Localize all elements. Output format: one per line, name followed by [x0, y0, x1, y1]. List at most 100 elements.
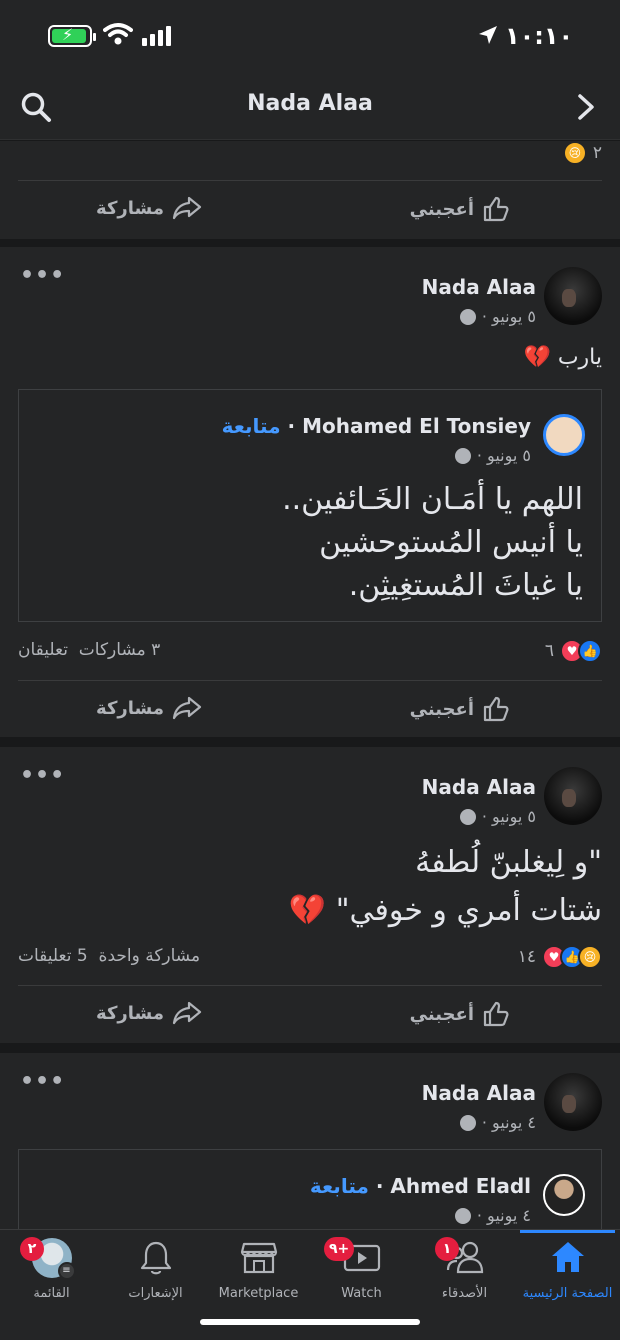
status-time: ١٠:١٠: [505, 22, 574, 50]
avatar[interactable]: [544, 767, 602, 825]
reaction-count: ٢: [592, 143, 602, 163]
notification-badge: ٢: [20, 1237, 44, 1261]
separator: ·: [368, 1174, 391, 1198]
post-date: ٥ يونيو ·: [459, 307, 536, 326]
comments-count[interactable]: 5 تعليقات: [18, 946, 88, 966]
post-date: ٥ يونيو ·: [459, 807, 536, 826]
reaction-count: ٦: [544, 641, 554, 661]
tab-marketplace[interactable]: Marketplace: [207, 1230, 310, 1310]
share-arrow-icon: [172, 696, 202, 720]
shared-author-name[interactable]: Ahmed Eladl: [390, 1174, 531, 1198]
tab-label: Marketplace: [218, 1286, 299, 1301]
shared-author-avatar[interactable]: [543, 414, 585, 456]
reaction-summary[interactable]: ٦ ♥ 👍: [545, 639, 602, 663]
globe-icon: [459, 308, 476, 325]
post-stats[interactable]: مشاركة واحدة 5 تعليقات: [18, 946, 200, 966]
post-author[interactable]: Nada Alaa: [422, 775, 536, 799]
share-label: مشاركة: [96, 697, 164, 719]
post-text: "و لِيغلبنّ لُطفهُ شتات أمري و خوفي" 💔: [289, 839, 602, 935]
share-arrow-icon: [172, 1001, 202, 1025]
notification-badge: ٩+: [324, 1237, 355, 1261]
shares-count[interactable]: ٣ مشاركات: [79, 640, 160, 660]
follow-link[interactable]: متابعة: [222, 414, 281, 438]
thumbs-up-icon: [483, 696, 509, 722]
page-title: Nada Alaa: [247, 91, 373, 116]
post-author[interactable]: Nada Alaa: [422, 1081, 536, 1105]
tab-label: الصفحة الرئيسية: [522, 1286, 613, 1301]
divider: [18, 680, 602, 681]
battery-icon: ⚡: [48, 25, 96, 47]
avatar[interactable]: [544, 1073, 602, 1131]
share-button[interactable]: مشاركة: [96, 195, 202, 221]
like-label: أعجبني: [409, 1003, 474, 1025]
like-reaction-icon: 👍: [578, 639, 602, 663]
more-options-icon[interactable]: •••: [20, 263, 65, 288]
sad-reaction-icon: 😢: [578, 945, 602, 969]
status-bar: ⚡ ١٠:١٠: [0, 0, 620, 75]
like-button[interactable]: أعجبني: [410, 695, 510, 723]
shares-count[interactable]: مشاركة واحدة: [99, 946, 201, 966]
text-line: شتات أمري و خوفي" 💔: [288, 893, 602, 928]
thumbs-up-icon: [483, 196, 509, 222]
shared-post[interactable]: Ahmed Eladl · متابعة ٤ يونيو ·: [18, 1149, 602, 1229]
text-line: يا أنيس المُستوحشين: [319, 525, 583, 560]
tab-watch[interactable]: ٩+ Watch: [310, 1230, 413, 1310]
share-label: مشاركة: [96, 197, 164, 219]
post-stats[interactable]: ٣ مشاركات تعليقان: [18, 640, 160, 660]
avatar[interactable]: [544, 267, 602, 325]
home-indicator: [200, 1319, 420, 1325]
shared-author-line: Ahmed Eladl · متابعة: [310, 1174, 531, 1198]
shared-author-name[interactable]: Mohamed El Tonsiey: [302, 414, 531, 438]
like-label: أعجبني: [409, 198, 474, 220]
share-button[interactable]: مشاركة: [96, 695, 202, 721]
tab-label: القائمة: [33, 1286, 70, 1301]
globe-icon: [459, 1114, 476, 1131]
globe-icon: [454, 1207, 471, 1224]
bell-icon: [140, 1241, 171, 1275]
reaction-summary[interactable]: 😢 ٢: [562, 141, 602, 165]
shared-post-text: اللهم يا أمَـان الخَـائفين.. يا أنيس الم…: [282, 478, 583, 607]
comments-count[interactable]: تعليقان: [18, 640, 68, 660]
post-card: ••• Nada Alaa ٤ يونيو · Ahmed Eladl · مت…: [0, 1053, 620, 1229]
share-arrow-icon: [172, 196, 202, 220]
tab-menu[interactable]: ≡ ٢ القائمة: [0, 1230, 103, 1310]
shared-post-date: ٥ يونيو ·: [454, 446, 531, 465]
wifi-icon: [103, 23, 133, 45]
post-date: ٤ يونيو ·: [459, 1113, 536, 1132]
tab-friends[interactable]: ١ الأصدقاء: [413, 1230, 516, 1310]
like-button[interactable]: أعجبني: [410, 195, 510, 223]
shared-post[interactable]: Mohamed El Tonsiey · متابعة ٥ يونيو · ال…: [18, 389, 602, 622]
follow-link[interactable]: متابعة: [310, 1174, 369, 1198]
reaction-count: ١٤: [517, 947, 536, 967]
like-label: أعجبني: [409, 698, 474, 720]
share-button[interactable]: مشاركة: [96, 1000, 202, 1026]
post-card-partial: 😢 ٢ أعجبني مشاركة: [0, 141, 620, 239]
like-button[interactable]: أعجبني: [410, 1000, 510, 1028]
reaction-summary[interactable]: ١٤ ♥ 👍 😢: [518, 945, 602, 969]
tab-label: الأصدقاء: [441, 1286, 488, 1301]
chevron-right-icon[interactable]: [574, 93, 598, 121]
notification-badge: ١: [435, 1237, 459, 1261]
share-label: مشاركة: [96, 1002, 164, 1024]
feed: 😢 ٢ أعجبني مشاركة ••• Nada Alaa ٥ يونيو …: [0, 141, 620, 1229]
tab-notifications[interactable]: الإشعارات: [104, 1230, 207, 1310]
shared-author-line: Mohamed El Tonsiey · متابعة: [222, 414, 531, 438]
more-options-icon[interactable]: •••: [20, 763, 65, 788]
post-card: ••• Nada Alaa ٥ يونيو · "و لِيغلبنّ لُطف…: [0, 747, 620, 1043]
shared-author-avatar[interactable]: [543, 1174, 585, 1216]
more-options-icon[interactable]: •••: [20, 1069, 65, 1094]
top-navigation-bar: Nada Alaa: [0, 75, 620, 140]
post-card: ••• Nada Alaa ٥ يونيو · يارب 💔 Mohamed E…: [0, 247, 620, 737]
text-line: "و لِيغلبنّ لُطفهُ: [415, 845, 602, 880]
thumbs-up-icon: [483, 1001, 509, 1027]
divider: [18, 180, 602, 181]
separator: ·: [280, 414, 303, 438]
post-author[interactable]: Nada Alaa: [422, 275, 536, 299]
marketplace-store-icon: [240, 1242, 277, 1274]
home-icon: [551, 1242, 584, 1272]
tab-home[interactable]: الصفحة الرئيسية: [516, 1230, 619, 1310]
sad-reaction-icon: 😢: [562, 141, 587, 165]
cellular-signal-icon: [142, 26, 171, 46]
text-line: اللهم يا أمَـان الخَـائفين..: [282, 482, 583, 517]
shared-post-date: ٤ يونيو ·: [454, 1206, 531, 1225]
